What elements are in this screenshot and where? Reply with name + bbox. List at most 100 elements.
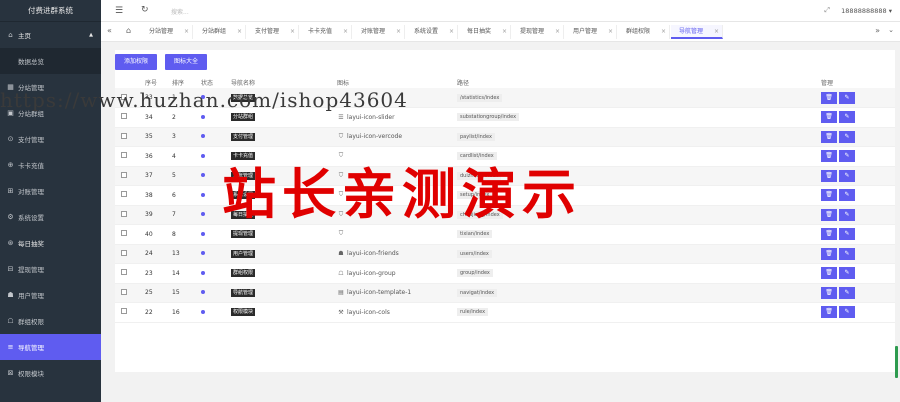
delete-button[interactable]: 🗑 <box>821 228 837 241</box>
search-input[interactable]: 搜索... <box>171 7 189 16</box>
sidebar-item-10[interactable]: ☗ 用户管理 <box>0 282 101 308</box>
sidebar-item-0[interactable]: ⌂ 主页 ▲ <box>0 22 101 48</box>
status-dot-icon <box>201 212 205 217</box>
delete-button[interactable]: 🗑 <box>821 286 837 299</box>
delete-button[interactable]: 🗑 <box>821 130 837 143</box>
row-name-cell: 用户管理 <box>225 244 331 264</box>
row-checkbox[interactable] <box>121 113 127 120</box>
tab-6[interactable]: 每日抽奖 × <box>459 25 511 39</box>
row-checkbox[interactable] <box>121 152 127 159</box>
row-checkbox[interactable] <box>121 132 127 139</box>
page-scrollbar[interactable] <box>895 346 898 378</box>
row-name: 分站群组 <box>231 113 256 122</box>
close-icon[interactable]: × <box>555 25 560 39</box>
tab-0[interactable]: 分站管理 × <box>141 25 193 39</box>
sidebar-item-13[interactable]: ⊠ 权限模块 <box>0 360 101 386</box>
close-icon[interactable]: × <box>237 25 242 39</box>
sidebar-item-7[interactable]: ⚙ 系统设置 <box>0 204 101 230</box>
row-checkbox[interactable] <box>121 191 127 198</box>
delete-button[interactable]: 🗑 <box>821 111 837 124</box>
close-icon[interactable]: × <box>343 25 348 39</box>
add-permission-button[interactable]: 添加权限 <box>115 54 157 70</box>
tab-1[interactable]: 分站群组 × <box>194 25 246 39</box>
edit-button[interactable]: ✎ <box>839 247 855 260</box>
tab-4[interactable]: 对账管理 × <box>353 25 405 39</box>
refresh-icon[interactable]: ↻ <box>141 5 149 15</box>
edit-button[interactable]: ✎ <box>839 169 855 182</box>
card-icon: ⊕ <box>7 161 14 169</box>
sidebar-item-1[interactable]: 数据总览 <box>0 48 101 74</box>
edit-button[interactable]: ✎ <box>839 208 855 221</box>
row-status-cell <box>195 205 225 225</box>
row-actions: 🗑 ✎ <box>807 185 895 206</box>
sidebar-item-11[interactable]: ☖ 群组权限 <box>0 308 101 334</box>
row-checkbox[interactable] <box>121 230 127 237</box>
row-checkbox[interactable] <box>121 308 127 315</box>
edit-button[interactable]: ✎ <box>839 150 855 163</box>
edit-button[interactable]: ✎ <box>839 111 855 124</box>
user-menu[interactable]: 18888888888 ▾ <box>841 7 892 15</box>
sidebar-item-12[interactable]: ≡ 导航管理 <box>0 334 101 360</box>
tab-5[interactable]: 系统设置 × <box>406 25 458 39</box>
tabs-menu-icon[interactable]: ⌄ <box>888 26 894 34</box>
delete-button[interactable]: 🗑 <box>821 91 837 104</box>
close-icon[interactable]: × <box>608 25 613 39</box>
icon-library-button[interactable]: 图标大全 <box>165 54 207 70</box>
row-checkbox[interactable] <box>121 269 127 276</box>
delete-button[interactable]: 🗑 <box>821 267 837 280</box>
row-name: 支付管理 <box>231 132 256 141</box>
delete-button[interactable]: 🗑 <box>821 189 837 202</box>
row-actions: 🗑 ✎ <box>807 224 895 245</box>
tabs-next-icon[interactable]: » <box>875 26 880 35</box>
tab-7[interactable]: 提现管理 × <box>512 25 564 39</box>
sidebar-item-label: 导航管理 <box>18 344 44 352</box>
row-sort: 3 <box>165 127 195 147</box>
tab-label: 卡卡充值 <box>308 28 333 35</box>
tab-label: 用户管理 <box>573 28 598 35</box>
close-icon[interactable]: × <box>661 25 666 39</box>
delete-button[interactable]: 🗑 <box>821 247 837 260</box>
delete-button[interactable]: 🗑 <box>821 306 837 319</box>
sidebar-item-4[interactable]: ⊙ 支付管理 <box>0 126 101 152</box>
sidebar-item-5[interactable]: ⊕ 卡卡充值 <box>0 152 101 178</box>
row-actions: 🗑 ✎ <box>807 127 895 147</box>
app-logo: 付费进群系统 <box>0 0 101 22</box>
delete-button[interactable]: 🗑 <box>821 169 837 182</box>
tab-9[interactable]: 群组权限 × <box>618 25 670 39</box>
col-header-name: 导航名称 <box>231 79 256 87</box>
edit-button[interactable]: ✎ <box>839 91 855 104</box>
row-checkbox[interactable] <box>121 288 127 295</box>
edit-button[interactable]: ✎ <box>839 286 855 299</box>
close-icon[interactable]: × <box>502 25 507 39</box>
fullscreen-icon[interactable]: ⤢ <box>824 6 830 15</box>
sidebar-item-8[interactable]: ⊛ 每日抽奖 <box>0 230 101 256</box>
sidebar-item-9[interactable]: ⊟ 提现管理 <box>0 256 101 282</box>
row-path: substationgroup/index <box>457 113 520 122</box>
row-checkbox[interactable] <box>121 210 127 217</box>
tabs-prev-icon[interactable]: « <box>107 26 112 35</box>
menu-toggle-icon[interactable]: ☰ <box>115 6 123 16</box>
sidebar-item-label: 系统设置 <box>18 214 44 222</box>
row-checkbox[interactable] <box>121 249 127 256</box>
close-icon[interactable]: × <box>714 25 719 39</box>
sidebar-item-6[interactable]: ⊞ 对账管理 <box>0 178 101 204</box>
close-icon[interactable]: × <box>449 25 454 39</box>
row-status-cell <box>195 244 225 264</box>
home-tab-icon[interactable]: ⌂ <box>126 26 131 35</box>
close-icon[interactable]: × <box>290 25 295 39</box>
delete-button[interactable]: 🗑 <box>821 150 837 163</box>
edit-button[interactable]: ✎ <box>839 130 855 143</box>
close-icon[interactable]: × <box>184 25 189 39</box>
tab-8[interactable]: 用户管理 × <box>565 25 617 39</box>
close-icon[interactable]: × <box>396 25 401 39</box>
tab-10[interactable]: 导航管理 × <box>671 25 723 39</box>
row-sort: 6 <box>165 185 195 206</box>
tab-3[interactable]: 卡卡充值 × <box>300 25 352 39</box>
delete-button[interactable]: 🗑 <box>821 208 837 221</box>
edit-button[interactable]: ✎ <box>839 306 855 319</box>
tab-2[interactable]: 支付管理 × <box>247 25 299 39</box>
edit-button[interactable]: ✎ <box>839 228 855 241</box>
row-checkbox[interactable] <box>121 171 127 178</box>
edit-button[interactable]: ✎ <box>839 189 855 202</box>
edit-button[interactable]: ✎ <box>839 267 855 280</box>
